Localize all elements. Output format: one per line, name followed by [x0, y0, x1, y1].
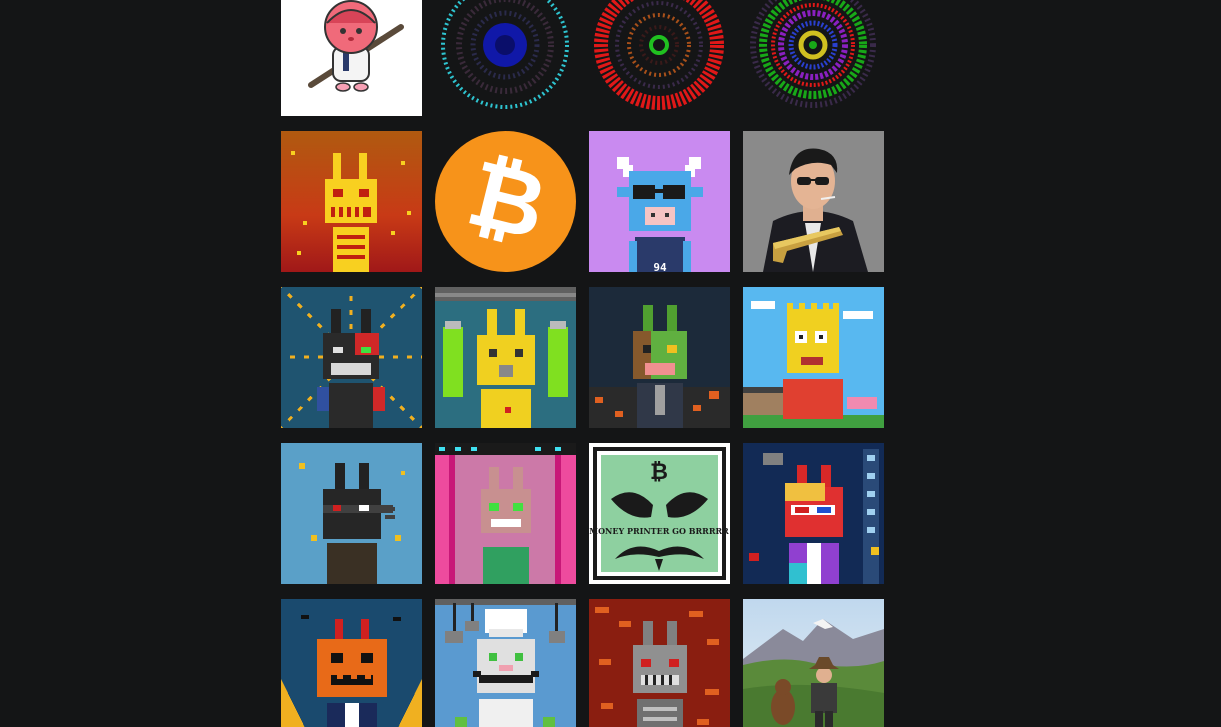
grey-skeleton-bunny-image	[589, 599, 730, 727]
green-purple-rings-image	[743, 0, 884, 116]
money-printer-mask-image: ₿ MONEY PRINTER GO BRRRRR	[589, 443, 730, 584]
fire-skeleton-bunny-image	[281, 131, 422, 272]
gangster-gold-gun-image	[743, 131, 884, 272]
nft-tile-bitcoin-logo[interactable]: ₿	[435, 131, 576, 272]
pumpkin-bunny-image	[281, 599, 422, 727]
nft-tile-blue-bull-sunglasses[interactable]: 94	[589, 131, 730, 272]
chef-mustache-bunny-image	[435, 599, 576, 727]
nft-tile-ninja-black-bunny[interactable]	[281, 443, 422, 584]
jersey-number: 94	[653, 261, 667, 272]
mask-bitcoin-glyph: ₿	[650, 460, 668, 485]
zombie-green-bunny-image	[589, 287, 730, 428]
red-3d-glasses-bunny-image	[743, 443, 884, 584]
pink-cage-bunny-image	[435, 443, 576, 584]
yellow-cartoon-boy-image	[743, 287, 884, 428]
nft-tile-fire-skeleton-bunny[interactable]	[281, 131, 422, 272]
red-orange-green-rings-image	[589, 0, 730, 116]
blue-cyan-rings-image	[435, 0, 576, 116]
blue-bull-sunglasses-image: 94	[589, 131, 730, 272]
nft-tile-cyborg-black-bunny[interactable]	[281, 287, 422, 428]
nft-tile-zombie-green-bunny[interactable]	[589, 287, 730, 428]
nft-tile-chef-mustache-bunny[interactable]	[435, 599, 576, 727]
nft-tile-grey-skeleton-bunny[interactable]	[589, 599, 730, 727]
nft-tile-gangster-gold-gun[interactable]	[743, 131, 884, 272]
mask-caption: MONEY PRINTER GO BRRRRR	[589, 526, 729, 536]
yellow-toxic-bunny-image	[435, 287, 576, 428]
nft-grid: ₿ 94 ₿ MONEY PRINTER GO BRRRRR	[281, 0, 884, 727]
nft-tile-pumpkin-bunny[interactable]	[281, 599, 422, 727]
pink-helmet-samurai-image	[281, 0, 422, 116]
cyborg-black-bunny-image	[281, 287, 422, 428]
nft-tile-pink-helmet-samurai[interactable]	[281, 0, 422, 116]
nft-tile-yellow-toxic-bunny[interactable]	[435, 287, 576, 428]
nft-tile-blue-cyan-rings[interactable]	[435, 0, 576, 116]
nft-tile-pink-cage-bunny[interactable]	[435, 443, 576, 584]
nft-tile-money-printer-mask[interactable]: ₿ MONEY PRINTER GO BRRRRR	[589, 443, 730, 584]
nft-tile-cowboy-bigfoot-mountains[interactable]	[743, 599, 884, 727]
nft-tile-red-orange-green-rings[interactable]	[589, 0, 730, 116]
ninja-black-bunny-image	[281, 443, 422, 584]
nft-tile-green-purple-rings[interactable]	[743, 0, 884, 116]
nft-tile-red-3d-glasses-bunny[interactable]	[743, 443, 884, 584]
nft-tile-yellow-cartoon-boy[interactable]	[743, 287, 884, 428]
bitcoin-logo-image: ₿	[435, 131, 576, 272]
nft-gallery-page: ₿ 94 ₿ MONEY PRINTER GO BRRRRR	[0, 0, 1221, 727]
cowboy-bigfoot-mountains-image	[743, 599, 884, 727]
